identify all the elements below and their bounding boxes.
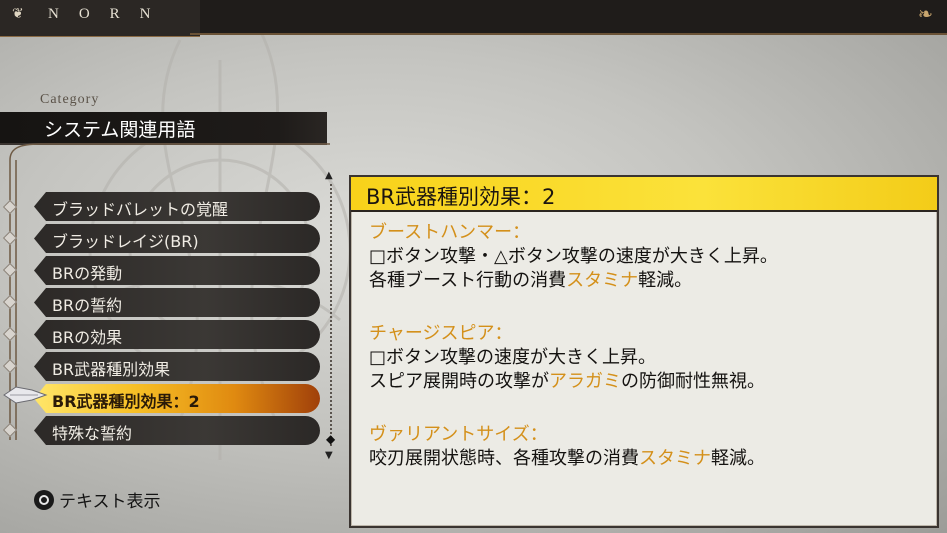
text-span: 咬刃展開状態時、各種攻撃の消費	[369, 448, 639, 469]
top-bar-divider	[190, 33, 947, 35]
menu-item-bullet-icon	[2, 294, 18, 310]
scroll-down-arrow-icon[interactable]: ▼	[325, 450, 333, 461]
category-label: Category	[40, 92, 100, 107]
top-bar-logo-area: ❦ NORN	[0, 0, 200, 37]
section-heading: ヴァリアントサイズ：	[369, 424, 548, 445]
detail-title: BR武器種別効果：2	[366, 185, 556, 209]
detail-panel: BR武器種別効果：2 ブーストハンマー： □ボタン攻撃・△ボタン攻撃の速度が大き…	[349, 175, 939, 528]
highlight-term: アラガミ	[549, 371, 621, 392]
menu-item-label: BRの効果	[52, 328, 123, 347]
menu-item-label: ブラッドレイジ(BR)	[52, 232, 199, 251]
highlight-term: スタミナ	[566, 270, 639, 291]
corner-ornament-icon: ❧	[917, 4, 933, 25]
text-span: の防御耐性無視。	[621, 371, 765, 392]
menu-item-br-vow[interactable]: BRの誓約	[34, 288, 320, 317]
category-bar: システム関連用語	[0, 112, 327, 145]
circle-button-icon	[34, 489, 54, 510]
highlight-term: スタミナ	[639, 448, 711, 469]
top-bar: ❦ NORN ❧	[0, 0, 947, 37]
section-text: 咬刃展開状態時、各種攻撃の消費スタミナ軽減。	[369, 447, 929, 471]
menu-item-blood-bullet-awakening[interactable]: ブラッドバレットの覚醒	[34, 192, 320, 221]
section-heading: ブーストハンマー：	[369, 222, 531, 243]
menu-item-br-weapon-effect[interactable]: BR武器種別効果	[34, 352, 320, 381]
menu-item-label: BRの誓約	[52, 296, 123, 315]
detail-body: ブーストハンマー： □ボタン攻撃・△ボタン攻撃の速度が大きく上昇。 各種ブースト…	[369, 221, 929, 471]
menu-item-special-vow[interactable]: 特殊な誓約	[34, 416, 320, 445]
text-display-hint[interactable]: テキスト表示	[34, 487, 161, 512]
section-heading: チャージスピア：	[369, 323, 513, 344]
leaf-emblem-icon: ❦	[12, 6, 24, 22]
menu-item-bullet-icon	[2, 230, 18, 246]
scrollbar-track[interactable]	[330, 184, 334, 446]
selection-cursor-icon	[3, 386, 48, 404]
menu-item-blood-rage[interactable]: ブラッドレイジ(BR)	[34, 224, 320, 253]
text-span: スピア展開時の攻撃が	[369, 371, 549, 392]
norn-logo-text: NORN	[48, 6, 171, 22]
menu-item-bullet-icon	[2, 199, 18, 215]
scroll-up-arrow-icon[interactable]: ▲	[325, 170, 333, 181]
menu-item-label: BR武器種別効果：2	[52, 392, 200, 411]
menu-item-br-activation[interactable]: BRの発動	[34, 256, 320, 285]
text-span: 各種ブースト行動の消費	[369, 270, 567, 291]
menu-item-bullet-icon	[2, 422, 18, 438]
menu-item-label: ブラッドバレットの覚醒	[52, 200, 229, 219]
category-title: システム関連用語	[44, 119, 196, 141]
menu-item-bullet-icon	[2, 358, 18, 374]
text-span: 軽減。	[711, 448, 765, 469]
menu-item-br-weapon-effect-2[interactable]: BR武器種別効果：2	[34, 384, 320, 413]
menu-item-bullet-icon	[2, 326, 18, 342]
section-text: 各種ブースト行動の消費スタミナ軽減。	[369, 269, 929, 293]
detail-title-bar: BR武器種別効果：2	[351, 177, 937, 212]
section-text: □ボタン攻撃の速度が大きく上昇。	[369, 347, 657, 368]
section-text: □ボタン攻撃・△ボタン攻撃の速度が大きく上昇。	[369, 246, 778, 267]
scrollbar-thumb-icon[interactable]: ◆	[326, 432, 335, 446]
section-text: スピア展開時の攻撃がアラガミの防御耐性無視。	[369, 370, 929, 394]
hint-label: テキスト表示	[59, 492, 161, 512]
menu-item-label: BR武器種別効果	[52, 360, 171, 379]
menu-item-br-effect[interactable]: BRの効果	[34, 320, 320, 349]
text-span: 軽減。	[638, 270, 693, 291]
menu-item-label: BRの発動	[52, 264, 123, 283]
menu-item-bullet-icon	[2, 262, 18, 278]
menu-item-label: 特殊な誓約	[52, 424, 133, 443]
